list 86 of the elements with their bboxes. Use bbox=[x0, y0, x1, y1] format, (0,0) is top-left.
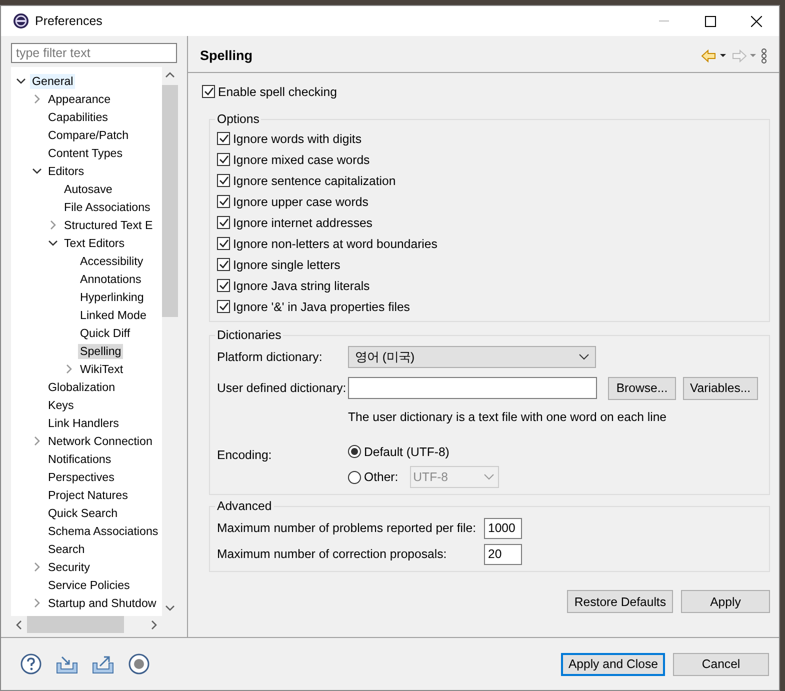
dictionary-path-field[interactable] bbox=[348, 377, 597, 399]
checkbox-label: Ignore words with digits bbox=[233, 132, 362, 146]
tree-item[interactable]: Network Connection bbox=[46, 434, 154, 448]
field-label: Maximum number of correction proposals: bbox=[217, 547, 448, 561]
radio-button[interactable] bbox=[348, 445, 361, 458]
record-icon[interactable] bbox=[127, 652, 151, 676]
tree-item[interactable]: Hyperlinking bbox=[78, 290, 146, 304]
scrollbar-thumb[interactable] bbox=[27, 616, 124, 633]
group-title: Dictionaries bbox=[216, 328, 282, 342]
checkbox[interactable] bbox=[217, 174, 230, 187]
checkbox-label: Ignore '&' in Java properties files bbox=[233, 300, 410, 314]
apply-and-close-button[interactable]: Apply and Close bbox=[561, 652, 665, 676]
dropdown-caret-icon bbox=[579, 354, 589, 360]
group-title: Options bbox=[216, 112, 260, 126]
tree-item[interactable]: Structured Text E bbox=[62, 218, 155, 232]
checkbox-label: Ignore upper case words bbox=[233, 194, 368, 208]
checkbox[interactable] bbox=[217, 153, 230, 166]
checkbox-label: Ignore Java string literals bbox=[233, 278, 370, 292]
tree-item[interactable]: Autosave bbox=[62, 182, 114, 196]
number-field[interactable]: 20 bbox=[484, 544, 522, 564]
app-icon bbox=[13, 13, 29, 29]
tree-item[interactable]: Service Policies bbox=[46, 578, 132, 592]
tree-item[interactable]: Linked Mode bbox=[78, 308, 148, 322]
checkbox[interactable] bbox=[217, 216, 230, 229]
checkbox-label: Enable spell checking bbox=[218, 84, 337, 98]
tree-item[interactable]: Keys bbox=[46, 398, 76, 412]
checkbox[interactable] bbox=[202, 85, 215, 98]
checkbox[interactable] bbox=[217, 132, 230, 145]
browse-button[interactable]: Browse... bbox=[608, 376, 676, 400]
radio-button[interactable] bbox=[348, 470, 361, 484]
radio-label: Default (UTF-8) bbox=[364, 444, 450, 458]
field-label: Platform dictionary: bbox=[217, 350, 324, 364]
tree-item[interactable]: Schema Associations bbox=[46, 524, 160, 538]
help-text: The user dictionary is a text file with one word on each line bbox=[348, 410, 667, 424]
tree-item[interactable]: Appearance bbox=[46, 92, 113, 106]
group-title: Advanced bbox=[216, 499, 273, 513]
tree-item[interactable]: Search bbox=[46, 542, 87, 556]
tree-item[interactable]: Project Natures bbox=[46, 488, 130, 502]
radio-label: Other: bbox=[364, 470, 398, 484]
tree-item[interactable]: Editors bbox=[46, 164, 86, 178]
checkbox[interactable] bbox=[217, 300, 230, 313]
filter-field[interactable]: type filter text bbox=[11, 43, 177, 63]
checkbox-label: Ignore non-letters at word boundaries bbox=[233, 236, 438, 250]
checkbox[interactable] bbox=[217, 195, 230, 208]
tree-item[interactable]: Startup and Shutdow bbox=[46, 596, 158, 610]
tree-item[interactable]: Quick Search bbox=[46, 506, 120, 520]
checkbox-label: Ignore single letters bbox=[233, 258, 340, 272]
help-icon[interactable] bbox=[19, 652, 43, 676]
tree-item[interactable]: Security bbox=[46, 560, 92, 574]
apply-button[interactable]: Apply bbox=[681, 590, 770, 613]
tree-item[interactable]: Perspectives bbox=[46, 470, 116, 484]
tree-item[interactable]: Globalization bbox=[46, 380, 118, 394]
checkbox-label: Ignore mixed case words bbox=[233, 152, 370, 166]
tree-item[interactable]: Text Editors bbox=[62, 236, 127, 250]
checkbox-label: Ignore sentence capitalization bbox=[233, 174, 396, 188]
close-icon bbox=[750, 16, 762, 26]
tree-item[interactable]: Compare/Patch bbox=[46, 128, 131, 142]
window-title: Preferences bbox=[35, 14, 104, 28]
tree-item[interactable]: WikiText bbox=[78, 362, 126, 376]
scrollbar-thumb[interactable] bbox=[162, 85, 178, 317]
tree-item[interactable]: Notifications bbox=[46, 452, 114, 466]
cancel-button[interactable]: Cancel bbox=[673, 652, 769, 676]
tree-item[interactable]: Link Handlers bbox=[46, 416, 121, 430]
tree-item[interactable]: Content Types bbox=[46, 146, 125, 160]
dictionary-dropdown[interactable]: 영어 (미국) bbox=[348, 346, 596, 368]
checkbox-label: Ignore internet addresses bbox=[233, 216, 372, 230]
checkbox[interactable] bbox=[217, 279, 230, 292]
tree-item[interactable]: General bbox=[30, 74, 76, 88]
checkbox[interactable] bbox=[217, 237, 230, 250]
tree-item[interactable]: File Associations bbox=[62, 200, 152, 214]
dropdown-caret-icon bbox=[484, 474, 494, 480]
field-label: Maximum number of problems reported per file: bbox=[217, 521, 478, 535]
tree-item[interactable]: Spelling bbox=[78, 344, 124, 358]
variables-button[interactable]: Variables... bbox=[683, 376, 758, 400]
tree-item[interactable]: Quick Diff bbox=[78, 326, 132, 340]
field-label: User defined dictionary: bbox=[217, 381, 348, 395]
number-field[interactable]: 1000 bbox=[484, 518, 522, 538]
checkbox[interactable] bbox=[217, 258, 230, 271]
maximize-icon bbox=[704, 16, 716, 26]
page-title: Spelling bbox=[200, 48, 254, 63]
more-options-icon[interactable] bbox=[759, 46, 769, 66]
tree-item[interactable]: Accessibility bbox=[78, 254, 146, 268]
field-label: Encoding: bbox=[217, 448, 273, 462]
restore-defaults-button[interactable]: Restore Defaults bbox=[567, 590, 673, 613]
tree-item[interactable]: Capabilities bbox=[46, 110, 110, 124]
tree-item[interactable]: Annotations bbox=[78, 272, 144, 286]
